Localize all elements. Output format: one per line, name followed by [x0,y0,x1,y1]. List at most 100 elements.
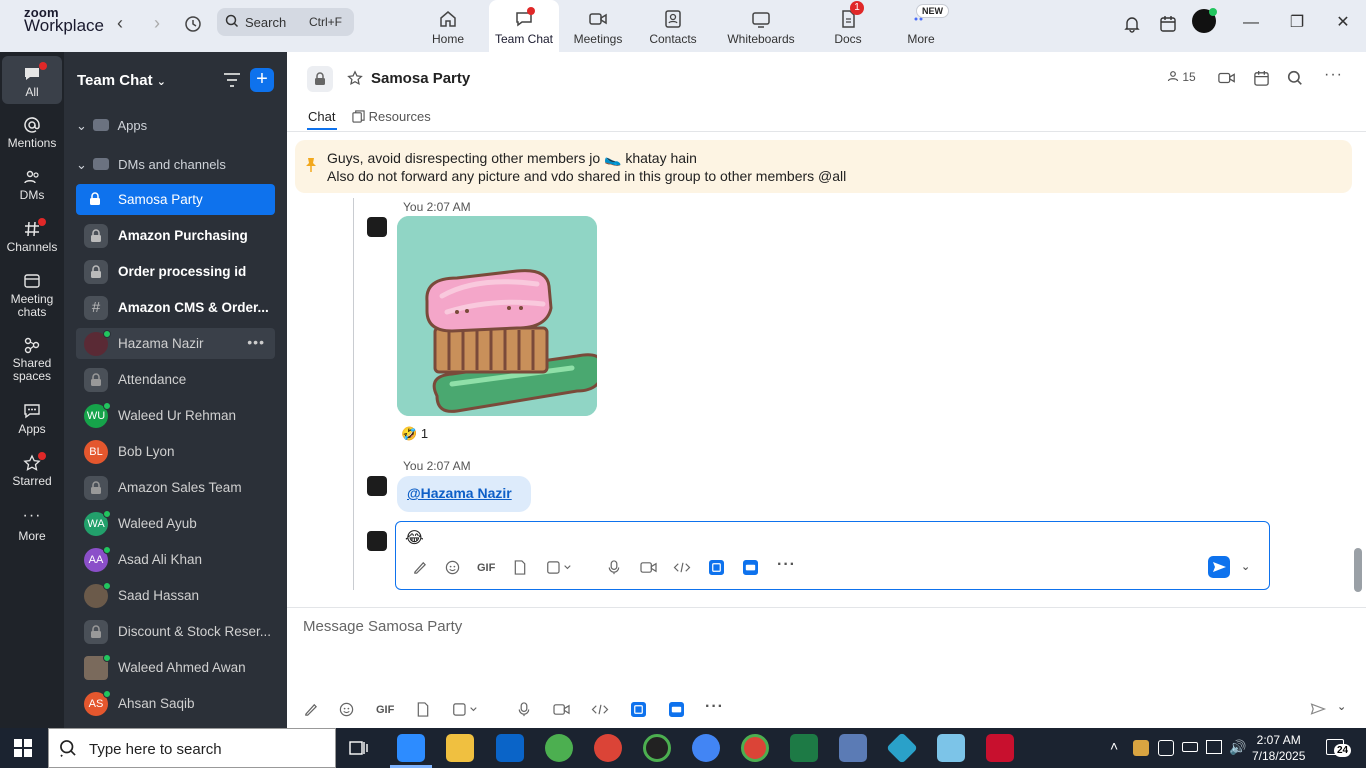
clips-app-icon[interactable] [669,702,684,720]
send-icon[interactable] [1309,701,1327,720]
chevron-down-icon[interactable]: ⌄ [1241,560,1250,573]
tab-contacts[interactable]: Contacts [643,0,703,52]
sidebar-item-samosa-party[interactable]: Samosa Party [76,184,275,215]
filezilla-icon[interactable] [986,734,1014,762]
emoji-icon[interactable] [445,560,460,578]
new-chat-button[interactable]: + [250,68,274,92]
rail-meeting-chats[interactable]: Meeting chats [0,272,64,319]
tab-whiteboards[interactable]: Whiteboards [722,0,800,52]
sidebar-item-saad-hassan[interactable]: Saad Hassan [76,580,275,611]
file-icon[interactable] [416,702,430,720]
taskbar-clock[interactable]: 2:07 AM 7/18/2025 [1252,732,1305,764]
channel-title[interactable]: Samosa Party [371,70,470,87]
notes-app-icon[interactable] [937,734,965,762]
back-arrow-icon[interactable]: ‹ [108,12,132,36]
close-icon[interactable]: ✕ [1329,12,1357,36]
sidebar-item-asad-ali-khan[interactable]: AA Asad Ali Khan [76,544,275,575]
format-icon[interactable] [303,702,318,720]
global-search-box[interactable]: Search Ctrl+F [217,8,354,36]
restore-icon[interactable]: ❐ [1283,12,1311,36]
toothbrush-sticker[interactable] [397,216,597,416]
screenshot-icon[interactable] [546,560,572,578]
gif-button[interactable]: GIF [477,562,495,574]
sidebar-item-bob-lyon[interactable]: BL Bob Lyon [76,436,275,467]
taskbar-search[interactable]: Type here to search [48,728,336,768]
chevron-down-icon[interactable]: ⌄ [1337,700,1346,713]
member-count-button[interactable]: 15 [1167,70,1196,84]
notification-center-icon[interactable]: 24 [1326,739,1352,757]
file-icon[interactable] [513,560,527,578]
rail-more[interactable]: ··· More [0,508,64,543]
star-icon[interactable] [347,70,363,89]
code-icon[interactable] [673,560,691,578]
zoom-app-icon[interactable] [397,734,425,762]
user-avatar[interactable] [1192,8,1217,33]
chrome-icon[interactable] [545,734,573,762]
more-options-icon[interactable]: ··· [705,698,724,716]
screenshot-icon[interactable] [452,702,478,720]
sidebar-item-discount-stock[interactable]: Discount & Stock Reser... [76,616,275,647]
task-view-icon[interactable] [349,739,369,760]
rail-starred[interactable]: Starred [0,452,64,488]
video-clip-icon[interactable] [640,560,657,578]
tray-app-icon[interactable] [1158,740,1174,756]
section-apps[interactable]: ⌄ Apps [76,118,147,134]
tab-resources[interactable]: Resources [352,109,431,124]
tab-meetings[interactable]: Meetings [566,0,630,52]
sidebar-title[interactable]: Team Chat ⌄ [77,72,166,89]
calculator-icon[interactable] [839,734,867,762]
gif-button[interactable]: GIF [376,704,394,716]
format-icon[interactable] [412,560,427,578]
filter-icon[interactable] [223,72,241,91]
message-bubble[interactable]: @Hazama Nazir [397,476,531,512]
chrome-profile-icon[interactable] [741,734,769,762]
schedule-icon[interactable] [1253,70,1270,90]
tab-home[interactable]: Home [418,0,478,52]
send-button[interactable] [1208,556,1230,578]
tray-app-icon[interactable] [1133,740,1149,756]
video-call-icon[interactable] [1218,70,1236,89]
sidebar-item-order-processing[interactable]: Order processing id [76,256,275,287]
network-icon[interactable] [1206,740,1222,754]
tab-chat[interactable]: Chat [308,109,335,124]
excel-icon[interactable] [790,734,818,762]
section-dms-channels[interactable]: ⌄ DMs and channels [76,157,226,173]
scrollbar-thumb[interactable] [1354,548,1362,592]
bell-icon[interactable] [1118,12,1146,36]
chat-scrollbar[interactable] [1353,132,1366,610]
rail-mentions[interactable]: Mentions [0,116,64,150]
chrome-profile-icon[interactable] [643,734,671,762]
windows-start-icon[interactable] [14,739,32,760]
code-icon[interactable] [591,702,609,720]
tray-chevron-up-icon[interactable]: ˄ [1110,738,1118,754]
tab-docs[interactable]: 1 Docs [826,0,870,52]
more-options-icon[interactable]: ··· [1324,66,1343,84]
more-options-icon[interactable]: ··· [777,556,796,574]
microphone-icon[interactable] [518,702,530,720]
outlook-icon[interactable] [496,734,524,762]
sidebar-item-amazon-cms[interactable]: # Amazon CMS & Order... [76,292,275,323]
sidebar-item-ahsan-saqib[interactable]: AS Ahsan Saqib [76,688,275,719]
whiteboard-app-icon[interactable] [631,702,646,720]
rail-dms[interactable]: DMs [0,168,64,202]
tab-more[interactable]: NEW More [898,0,949,52]
sidebar-item-hazama-nazir[interactable]: Hazama Nazir ••• [76,328,275,359]
forward-arrow-icon[interactable]: › [145,12,169,36]
rail-channels[interactable]: Channels [0,218,64,254]
video-clip-icon[interactable] [553,702,570,720]
chrome-profile-icon[interactable] [594,734,622,762]
more-options-icon[interactable]: ••• [247,334,265,350]
message-input[interactable]: Message Samosa Party [303,618,462,635]
volume-icon[interactable]: 🔊 [1229,739,1246,756]
sidebar-item-amazon-sales-team[interactable]: Amazon Sales Team [76,472,275,503]
microphone-icon[interactable] [608,560,620,578]
sidebar-item-amazon-purchasing[interactable]: Amazon Purchasing [76,220,275,251]
calendar-icon[interactable] [1154,12,1182,36]
pinned-message[interactable]: Guys, avoid disrespecting other members … [295,140,1352,193]
file-explorer-icon[interactable] [446,734,474,762]
chrome-profile-icon[interactable] [692,734,720,762]
sidebar-item-waleed-ahmed-awan[interactable]: Waleed Ahmed Awan [76,652,275,683]
rail-apps[interactable]: Apps [0,402,64,436]
mention-link[interactable]: @Hazama Nazir [407,485,512,501]
sidebar-item-attendance[interactable]: Attendance [76,364,275,395]
